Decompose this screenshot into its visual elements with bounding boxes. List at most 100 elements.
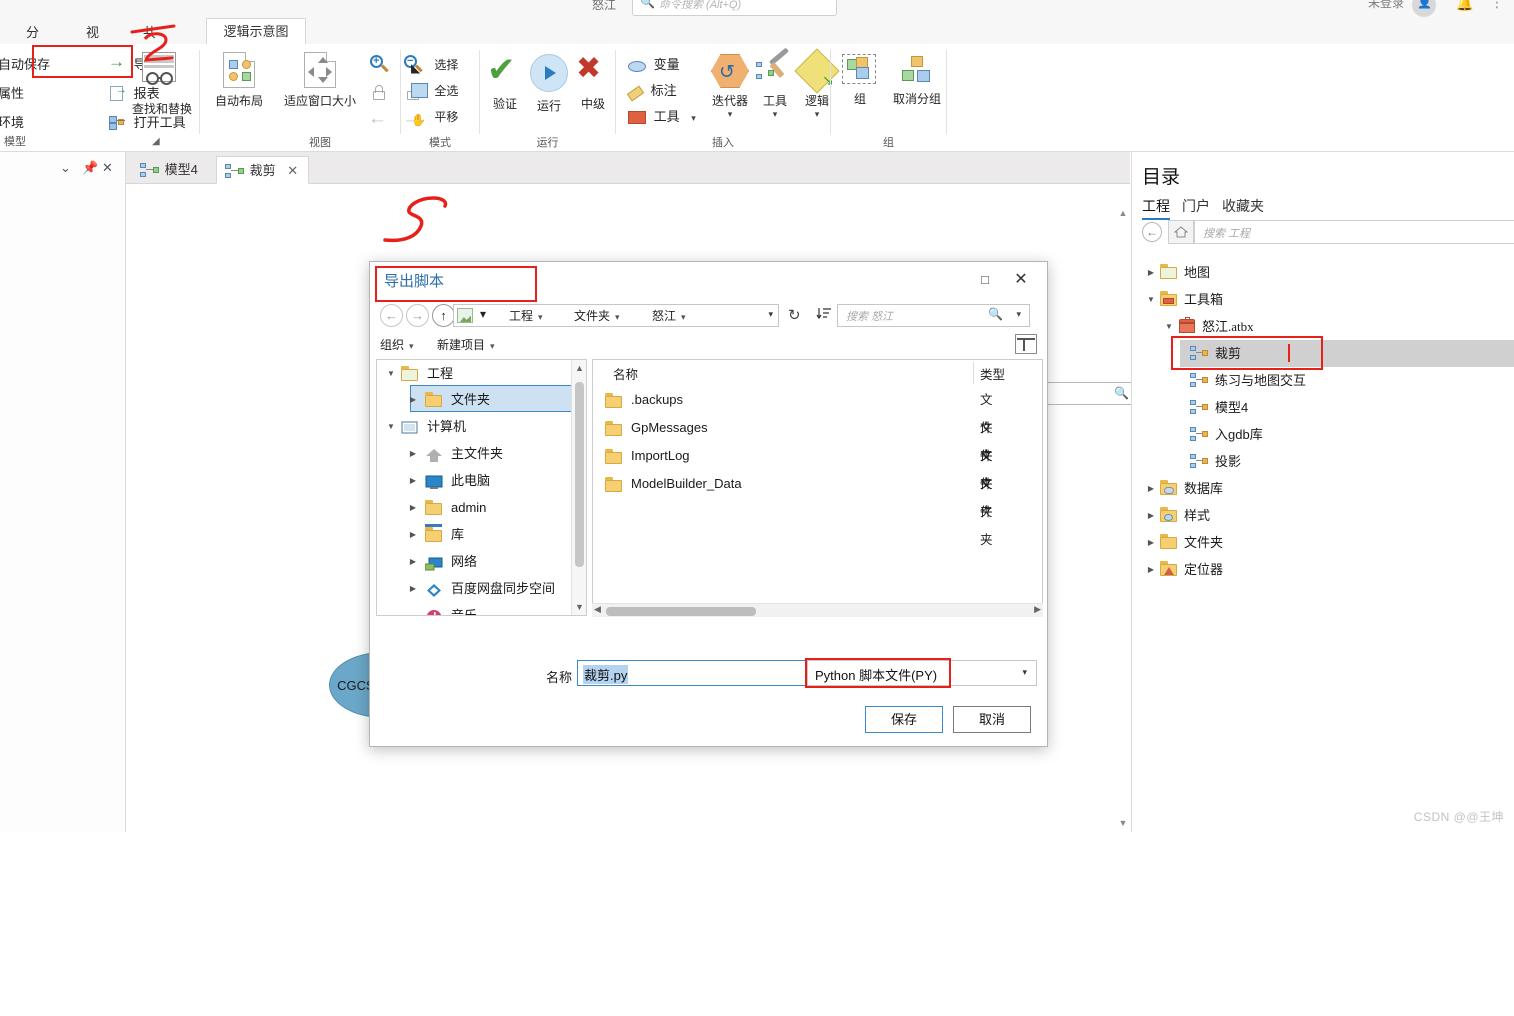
refresh-icon[interactable]: ↻: [788, 306, 801, 324]
column-divider[interactable]: [973, 362, 974, 384]
view-mode-icon[interactable]: [1015, 334, 1037, 354]
dialog-tree-panel[interactable]: ▼ 工程 ▶ 文件夹 ▼ 计算机 ▶ 主文件夹 ▶ 此电脑 ▶ admin ▶ …: [376, 359, 587, 616]
scroll-up-icon[interactable]: ▲: [1118, 208, 1128, 218]
breadcrumb[interactable]: ▾ 工程 ▾ 文件夹 ▾ 怒江 ▾ ▾: [453, 304, 779, 327]
breadcrumb-item-nujiang[interactable]: 怒江 ▾: [652, 307, 686, 324]
dialog-titlebar[interactable]: 导出脚本 □ ✕: [370, 262, 1047, 300]
chevron-down-icon[interactable]: ▾: [490, 341, 495, 351]
catalog-search-input[interactable]: 搜索 工程: [1194, 220, 1514, 244]
catalog-tab-project[interactable]: 工程: [1142, 196, 1170, 220]
cancel-button[interactable]: 取消: [953, 706, 1031, 733]
chevron-right-icon[interactable]: ▶: [405, 548, 421, 576]
file-name-input[interactable]: 裁剪.py: [577, 660, 806, 686]
chevron-right-icon[interactable]: ▶: [405, 467, 421, 495]
chevron-right-icon[interactable]: ▶: [405, 440, 421, 468]
properties-button[interactable]: 属性: [0, 83, 24, 102]
autosave-button[interactable]: 自动保存: [0, 54, 50, 73]
chevron-down-icon[interactable]: ▼: [383, 360, 399, 388]
chevron-down-icon[interactable]: ▾: [1016, 309, 1021, 320]
column-header-name[interactable]: 名称: [613, 364, 638, 383]
tool-insert-button[interactable]: 工具 ▾: [754, 47, 796, 120]
breadcrumb-item-project[interactable]: 工程 ▾: [509, 307, 543, 324]
canvas-vertical-scrollbar[interactable]: ▲ ▼: [1118, 208, 1128, 828]
pin-icon[interactable]: 📌: [82, 160, 98, 176]
catalog-tab-portal[interactable]: 门户: [1182, 196, 1210, 216]
avatar[interactable]: [1412, 0, 1436, 17]
breadcrumb-item-folders[interactable]: 文件夹 ▾: [574, 307, 620, 324]
variable-button[interactable]: 变量: [628, 54, 680, 73]
group-button[interactable]: 组: [835, 54, 885, 107]
scroll-down-icon[interactable]: ▼: [572, 602, 586, 612]
catalog-tab-favorites[interactable]: 收藏夹: [1222, 196, 1264, 216]
chevron-down-icon[interactable]: ▾: [538, 312, 543, 322]
chevron-down-icon[interactable]: ▼: [1144, 286, 1158, 313]
run-button[interactable]: 运行: [528, 54, 570, 114]
chevron-down-icon[interactable]: ▾: [409, 341, 414, 351]
back-button[interactable]: ←: [368, 108, 387, 130]
document-tab-model4[interactable]: 模型4: [132, 156, 208, 184]
chevron-right-icon[interactable]: ▶: [1144, 556, 1158, 583]
scroll-down-icon[interactable]: ▼: [1118, 818, 1128, 828]
nav-forward-button[interactable]: →: [406, 304, 429, 327]
find-replace-button[interactable]: 查找和替换: [125, 52, 199, 117]
close-icon[interactable]: ✕: [102, 160, 113, 176]
chevron-down-icon[interactable]: ▾: [754, 109, 796, 120]
command-search-box[interactable]: 🔍 命令搜索 (Alt+Q): [632, 0, 837, 16]
catalog-node-caijian[interactable]: 裁剪: [1180, 340, 1514, 367]
more-options-icon[interactable]: ⋮: [1490, 0, 1504, 11]
column-header-type[interactable]: 类型: [980, 364, 1005, 383]
chevron-right-icon[interactable]: ▶: [1144, 475, 1158, 502]
chevron-down-icon[interactable]: ▾: [691, 113, 696, 123]
tool-button[interactable]: 工具 ▾: [628, 106, 696, 125]
catalog-home-icon[interactable]: [1168, 220, 1194, 244]
sort-icon[interactable]: [816, 305, 832, 324]
dialog-search-input[interactable]: 搜索 怒江 🔍 ▾: [837, 304, 1030, 327]
zoom-in-button[interactable]: +: [368, 54, 390, 79]
chevron-right-icon[interactable]: ▶: [405, 521, 421, 549]
fit-window-button[interactable]: 适应窗口大小: [276, 52, 364, 109]
notifications-bell-icon[interactable]: 🔔: [1456, 0, 1473, 12]
dialog-file-list[interactable]: 名称 类型 .backups 文件夹 GpMessages 文件夹 Import…: [592, 359, 1043, 616]
document-tab-caijian[interactable]: 裁剪 ✕: [216, 156, 310, 184]
breadcrumb-dropdown-icon[interactable]: ▾: [768, 309, 773, 320]
catalog-back-button[interactable]: ←: [1142, 222, 1162, 242]
ribbon-tab-diagram[interactable]: 逻辑示意图: [206, 18, 306, 44]
intermediate-button[interactable]: 中级: [572, 51, 614, 112]
ungroup-button[interactable]: 取消分组: [887, 54, 947, 107]
environment-button[interactable]: 环境: [0, 112, 24, 131]
chevron-right-icon[interactable]: ▶: [1144, 529, 1158, 556]
chevron-right-icon[interactable]: ▶: [405, 575, 421, 603]
dialog-launcher-icon[interactable]: ◢: [152, 136, 164, 148]
file-type-select[interactable]: Python 脚本文件(PY) ▾: [807, 660, 1037, 686]
organize-button[interactable]: 组织 ▾: [380, 336, 414, 353]
iterator-button[interactable]: ↺ 迭代器 ▾: [704, 52, 756, 120]
chevron-down-icon[interactable]: ▼: [1162, 313, 1176, 340]
chevron-down-icon[interactable]: ▾: [1022, 667, 1027, 678]
auto-layout-button[interactable]: 自动布局: [206, 52, 272, 109]
chevron-right-icon[interactable]: ▶: [405, 386, 421, 414]
sign-in-label[interactable]: 未登录: [1368, 0, 1404, 11]
chevron-down-icon[interactable]: ▾: [681, 312, 686, 322]
scroll-left-icon[interactable]: ◀: [594, 604, 601, 615]
scrollbar-thumb[interactable]: [575, 382, 584, 567]
chevron-down-icon[interactable]: ⌄: [60, 160, 71, 176]
save-button[interactable]: 保存: [865, 706, 943, 733]
close-icon[interactable]: ✕: [1011, 269, 1031, 289]
select-button[interactable]: ◣ 选择: [411, 56, 458, 76]
chevron-right-icon[interactable]: ▶: [405, 494, 421, 522]
chevron-down-icon[interactable]: ▾: [615, 312, 620, 322]
scrollbar-thumb[interactable]: [606, 607, 756, 616]
validate-button[interactable]: 验证: [484, 50, 526, 112]
select-all-button[interactable]: 全选: [411, 82, 458, 99]
dialog-tree-scrollbar[interactable]: ▲ ▼: [571, 360, 586, 615]
label-button[interactable]: 标注: [626, 80, 677, 102]
chevron-down-icon[interactable]: ▾: [480, 307, 486, 321]
chevron-down-icon[interactable]: ▼: [383, 413, 399, 441]
scroll-right-icon[interactable]: ▶: [1034, 604, 1041, 615]
dialog-file-list-hscrollbar[interactable]: ◀ ▶: [592, 603, 1043, 617]
chevron-right-icon[interactable]: ▶: [1144, 502, 1158, 529]
nav-up-button[interactable]: ↑: [432, 304, 455, 327]
chevron-right-icon[interactable]: ▶: [1144, 259, 1158, 286]
chevron-down-icon[interactable]: ▾: [704, 109, 756, 120]
new-item-button[interactable]: 新建项目 ▾: [437, 336, 495, 353]
